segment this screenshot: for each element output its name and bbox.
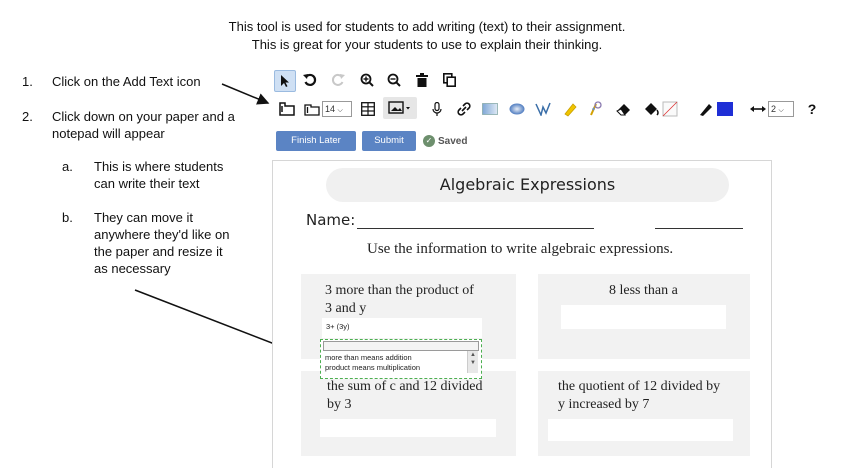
font-size-value: 14 [325, 104, 336, 114]
question-3-text: the sum of c and 12 divided by 3 [327, 378, 483, 414]
image-icon[interactable] [383, 97, 417, 119]
arrow-to-add-text [221, 83, 270, 105]
add-text-icon[interactable] [277, 99, 297, 119]
stamp-icon[interactable] [586, 99, 606, 119]
link-icon[interactable] [454, 99, 474, 119]
undo-icon[interactable] [300, 70, 320, 90]
fill-icon[interactable] [641, 99, 685, 119]
grid-icon[interactable] [358, 99, 378, 119]
question-1-answer: 3+ (3y) [326, 322, 350, 331]
question-2-answer-field[interactable] [561, 305, 726, 329]
question-4-line-2: y increased by 7 [558, 397, 650, 412]
line-width-select[interactable]: 2 ⌵ [768, 101, 794, 117]
polygon-icon[interactable] [533, 99, 553, 119]
eraser-icon[interactable] [614, 99, 634, 119]
copy-icon[interactable] [439, 70, 459, 90]
date-line [655, 228, 743, 229]
question-1-text: 3 more than the product of 3 and y [325, 282, 474, 318]
name-line [357, 228, 594, 229]
submit-button[interactable]: Submit [362, 131, 416, 151]
question-2-text: 8 less than a [609, 283, 678, 298]
zoom-out-icon[interactable] [384, 70, 404, 90]
notepad-line-2: product means multiplication [325, 363, 421, 372]
saved-status: Saved [438, 136, 468, 147]
question-4-line-1: the quotient of 12 divided by [558, 379, 721, 394]
finish-later-button[interactable]: Finish Later [276, 131, 356, 151]
notepad-text[interactable]: more than means addition product means m… [325, 353, 420, 373]
redo-icon[interactable] [328, 70, 348, 90]
name-label: Name: [306, 211, 356, 229]
worksheet-instruction: Use the information to write algebraic e… [367, 241, 674, 257]
highlighter-icon[interactable] [560, 99, 580, 119]
pen-icon[interactable] [697, 99, 737, 119]
text-size-icon[interactable] [302, 99, 322, 119]
worksheet-title: Algebraic Expressions [326, 168, 729, 202]
notepad-text-box[interactable]: more than means addition product means m… [320, 339, 482, 379]
question-1-line-1: 3 more than the product of [325, 283, 474, 298]
question-4-text: the quotient of 12 divided by y increase… [558, 378, 720, 414]
notepad-line-1: more than means addition [325, 353, 412, 362]
question-1-line-2: 3 and y [325, 301, 367, 316]
question-3-line-2: by 3 [327, 397, 352, 412]
line-width-value: 2 [771, 104, 777, 114]
ellipse-icon[interactable] [507, 99, 527, 119]
microphone-icon[interactable] [427, 99, 447, 119]
font-size-select[interactable]: 14 ⌵ [322, 101, 352, 117]
rectangle-icon[interactable] [480, 99, 500, 119]
line-width-icon[interactable] [748, 99, 768, 119]
question-3-line-1: the sum of c and 12 divided [327, 379, 483, 394]
notepad-scrollbar[interactable]: ▲ ▼ [467, 351, 478, 373]
question-4-answer-field[interactable] [548, 419, 733, 441]
check-icon: ✓ [423, 135, 435, 147]
help-icon[interactable]: ? [802, 99, 822, 119]
notepad-drag-handle[interactable] [323, 341, 479, 351]
zoom-in-icon[interactable] [357, 70, 377, 90]
trash-icon[interactable] [412, 70, 432, 90]
question-3-answer-field[interactable] [320, 419, 496, 437]
pointer-icon[interactable] [274, 70, 296, 92]
